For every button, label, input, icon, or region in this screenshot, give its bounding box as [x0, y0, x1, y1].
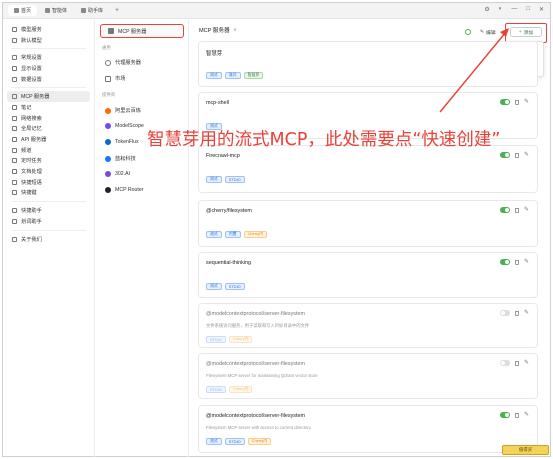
annotation-text: 智慧芽用的流式MCP，此处需要点“快速创建” — [147, 130, 501, 150]
annotation-arrow — [439, 28, 509, 113]
watermark-badge: 值得买 — [502, 445, 549, 455]
